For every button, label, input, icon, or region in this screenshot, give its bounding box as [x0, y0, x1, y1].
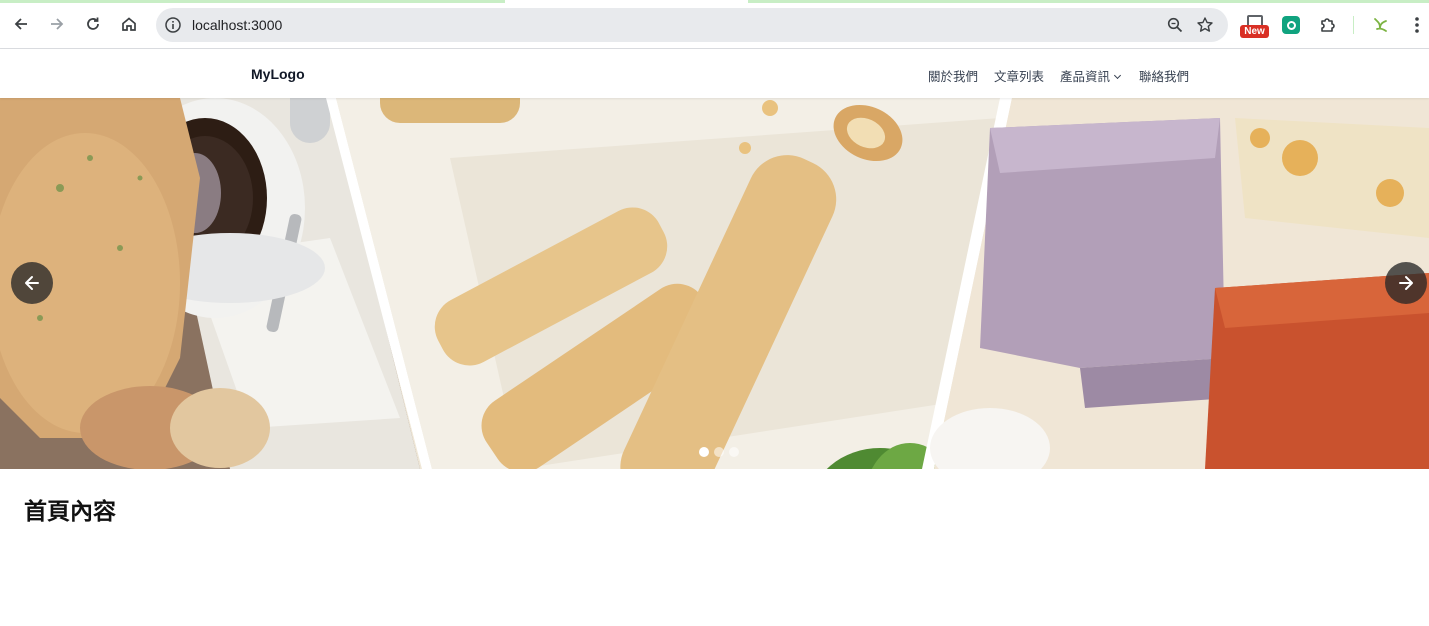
extensions-puzzle-icon[interactable] — [1318, 15, 1338, 35]
arrow-right-icon — [1399, 276, 1413, 290]
carousel-dot-2[interactable] — [714, 447, 724, 457]
tab-strip-accent — [0, 0, 505, 3]
chevron-down-icon — [1113, 71, 1122, 80]
nav-link-articles[interactable]: 文章列表 — [994, 66, 1044, 85]
site-logo[interactable]: MyLogo — [251, 66, 305, 82]
forward-icon — [51, 18, 64, 30]
bookmark-star-icon[interactable] — [1196, 16, 1214, 34]
profile-icon[interactable] — [1371, 15, 1391, 35]
home-button[interactable] — [115, 10, 143, 38]
carousel-prev-button[interactable] — [11, 262, 53, 304]
carousel-dot-1[interactable] — [699, 447, 709, 457]
site-info-icon[interactable] — [164, 16, 182, 34]
reload-button[interactable] — [79, 10, 107, 38]
url-text[interactable]: localhost:3000 — [192, 17, 282, 33]
extension-new-badge: New — [1240, 25, 1269, 38]
hero-carousel — [0, 98, 1429, 469]
zoom-icon[interactable] — [1166, 16, 1184, 34]
toolbar-divider — [1353, 16, 1354, 34]
carousel-next-button[interactable] — [1385, 262, 1427, 304]
carousel-slide-image — [0, 98, 1429, 469]
extension-new-icon[interactable]: New — [1240, 15, 1269, 39]
chatgpt-extension-icon[interactable] — [1282, 16, 1300, 34]
address-bar[interactable]: localhost:3000 — [156, 8, 1228, 42]
carousel-indicators — [699, 447, 739, 457]
home-icon — [122, 17, 136, 31]
site-header: MyLogo 關於我們 文章列表 產品資訊 聯絡我們 — [0, 49, 1429, 98]
tab-strip-accent — [748, 0, 1429, 3]
browser-toolbar: localhost:3000 New — [0, 0, 1429, 49]
menu-icon[interactable] — [1407, 15, 1427, 35]
reload-icon — [87, 17, 99, 30]
nav-link-about[interactable]: 關於我們 — [928, 66, 978, 85]
page-title: 首頁內容 — [24, 498, 116, 524]
forward-button[interactable] — [43, 10, 71, 38]
nav-link-contact[interactable]: 聯絡我們 — [1139, 66, 1189, 85]
carousel-dot-3[interactable] — [729, 447, 739, 457]
arrow-left-icon — [25, 276, 39, 290]
back-icon — [14, 18, 27, 30]
nav-dropdown-products-label: 產品資訊 — [1060, 70, 1111, 84]
nav-dropdown-products[interactable]: 產品資訊 — [1060, 66, 1122, 85]
back-button[interactable] — [7, 10, 35, 38]
